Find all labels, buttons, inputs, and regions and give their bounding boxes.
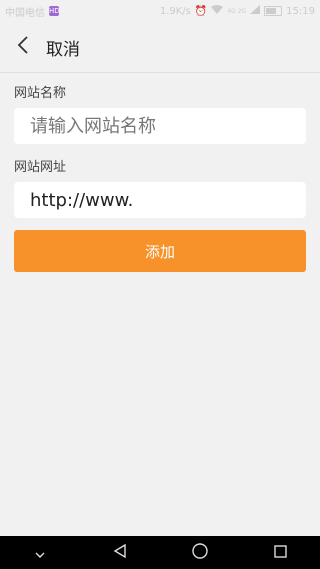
site-name-field[interactable]	[14, 108, 306, 144]
recents-square-icon	[273, 543, 287, 562]
signal-icon	[250, 5, 261, 17]
network-type: 4G 2G	[227, 7, 247, 15]
net-speed: 1.9K/s	[159, 5, 191, 17]
battery-icon	[264, 6, 283, 16]
site-name-label: 网站名称	[14, 86, 67, 101]
site-name-input[interactable]	[28, 114, 292, 138]
nav-home-button[interactable]	[180, 536, 220, 569]
status-bar: 中国电信 HD 1.9K/s ⏰ 4G 2G 15:19	[0, 0, 320, 22]
system-nav-bar	[0, 536, 320, 569]
back-triangle-icon	[113, 543, 127, 562]
add-site-form: 网站名称 网站网址 添加	[14, 78, 306, 272]
nav-recents-button[interactable]	[260, 536, 300, 569]
carrier-name: 中国电信	[5, 7, 45, 19]
chevron-down-icon	[35, 543, 45, 562]
nav-hide-button[interactable]	[20, 536, 60, 569]
cancel-title[interactable]: 取消	[46, 35, 80, 60]
hd-badge-icon: HD	[49, 6, 60, 16]
site-url-field[interactable]	[14, 182, 306, 218]
clock: 15:19	[286, 5, 315, 17]
chevron-left-icon	[16, 35, 30, 59]
status-left: 中国电信 HD	[0, 4, 64, 19]
site-url-input[interactable]	[28, 188, 292, 212]
nav-back-button[interactable]	[100, 536, 140, 569]
status-right: 1.9K/s ⏰ 4G 2G 15:19	[155, 4, 320, 18]
wifi-icon	[211, 4, 224, 18]
site-url-label: 网站网址	[14, 160, 67, 175]
back-button[interactable]	[0, 22, 46, 72]
alarm-icon: ⏰	[194, 5, 208, 17]
home-circle-icon	[192, 542, 208, 563]
add-button[interactable]: 添加	[14, 230, 306, 272]
top-header: 取消	[0, 22, 320, 73]
